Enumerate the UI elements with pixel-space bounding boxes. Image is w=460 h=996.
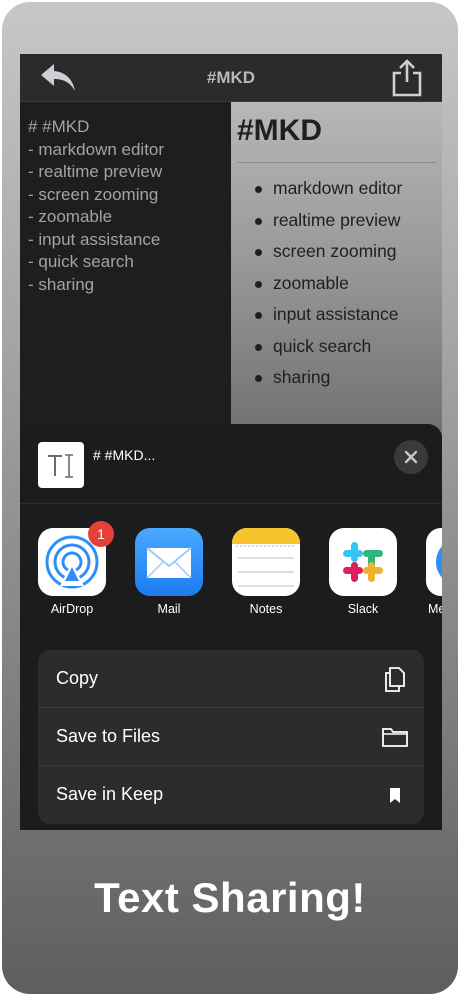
share-apps-row: 1 AirDrop Mail Notes Slack Me [38, 521, 442, 622]
promo-caption: Text Sharing! [94, 874, 366, 921]
editor-line: - sharing [28, 274, 95, 294]
editor-line: - input assistance [28, 229, 161, 249]
close-icon [404, 450, 418, 464]
app-messenger[interactable]: Me [426, 528, 442, 616]
notes-icon [232, 528, 300, 596]
action-label: Save to Files [56, 726, 161, 746]
nav-bar: #MKD [20, 54, 442, 102]
action-save-in-keep[interactable]: Save in Keep [38, 766, 424, 824]
preview-list-item: input assistance [237, 299, 436, 331]
action-save-to-files[interactable]: Save to Files [38, 708, 424, 766]
app-mail[interactable]: Mail [135, 528, 203, 616]
phone-frame: #MKD # #MKD - markdown editor - realtime… [2, 2, 458, 994]
editor-line: - markdown editor [28, 139, 165, 159]
editor-line: # #MKD [28, 117, 90, 136]
editor-line: - screen zooming [28, 184, 159, 204]
app-label: Slack [347, 602, 379, 616]
document-thumbnail [38, 442, 84, 488]
preview-list-item: zoomable [237, 268, 436, 300]
app-label: Me [428, 602, 442, 616]
action-label: Save in Keep [56, 784, 164, 804]
preview-list: markdown editor realtime preview screen … [237, 173, 436, 394]
preview-list-item: markdown editor [237, 173, 436, 205]
app-screen: #MKD # #MKD - markdown editor - realtime… [20, 54, 442, 830]
share-icon[interactable] [390, 58, 424, 98]
action-copy[interactable]: Copy [38, 650, 424, 708]
nav-title: #MKD [206, 68, 256, 87]
share-sheet-header: # #MKD... [20, 424, 442, 504]
share-actions-list: Copy Save to Files Save in Keep [38, 650, 424, 824]
copy-icon [385, 667, 405, 692]
mail-icon [135, 528, 203, 596]
preview-list-item: quick search [237, 331, 436, 363]
markdown-preview: #MKD markdown editor realtime preview sc… [231, 102, 442, 442]
document-title: # #MKD... [93, 447, 156, 463]
messenger-icon [426, 528, 442, 596]
markdown-editor[interactable]: # #MKD - markdown editor - realtime prev… [20, 102, 231, 442]
action-label: Copy [56, 668, 99, 688]
app-label: Notes [249, 602, 283, 616]
text-format-icon [48, 454, 73, 478]
app-label: Mail [157, 602, 181, 616]
app-airdrop[interactable]: 1 AirDrop [38, 521, 114, 616]
share-sheet: # #MKD... 1 AirDrop Mail Notes Slack Me … [20, 424, 442, 830]
notification-badge: 1 [88, 521, 114, 547]
editor-line: - quick search [28, 252, 134, 271]
preview-heading: #MKD [237, 114, 436, 163]
preview-list-item: screen zooming [237, 236, 436, 268]
app-slack[interactable]: Slack [329, 528, 397, 616]
editor-line: - zoomable [28, 207, 113, 226]
slack-icon [329, 528, 397, 596]
app-label: AirDrop [50, 602, 94, 616]
editor-line: - realtime preview [28, 162, 163, 181]
preview-list-item: realtime preview [237, 205, 436, 237]
app-notes[interactable]: Notes [232, 528, 300, 616]
preview-list-item: sharing [237, 362, 436, 394]
bookmark-icon [390, 788, 400, 803]
folder-icon [382, 728, 408, 747]
close-button[interactable] [394, 440, 428, 474]
